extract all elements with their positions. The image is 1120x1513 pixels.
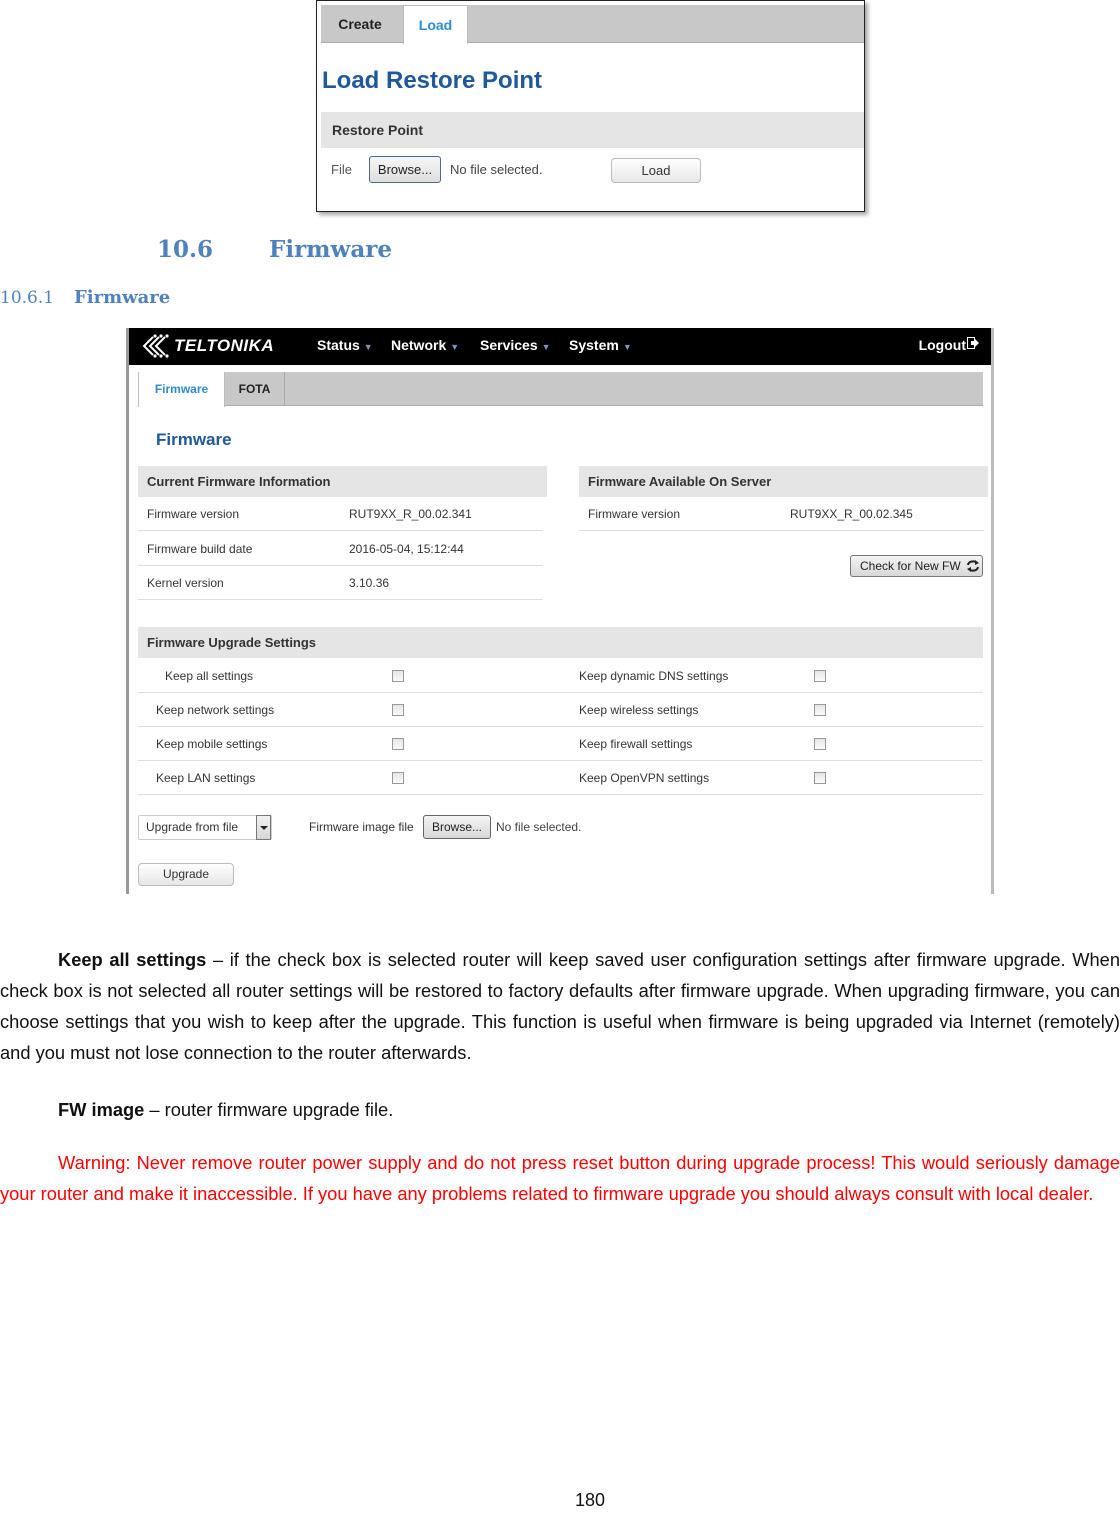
keep-wireless-settings-checkbox[interactable] [814,704,826,716]
nav-menu-label: Network [391,337,447,353]
info-row: Firmware version RUT9XX_R_00.02.341 [138,497,543,531]
keep-lan-settings-checkbox[interactable] [392,772,404,784]
info-label: Kernel version [147,576,224,590]
restore-section-header: Restore Point [321,112,864,148]
nav-menu-status[interactable]: Status ▼ [317,328,373,365]
current-firmware-header: Current Firmware Information [138,466,547,497]
keep-all-settings-paragraph: Keep all settings – if the check box is … [0,944,1120,1068]
tab-load[interactable]: Load [403,5,468,44]
server-info-value: RUT9XX_R_00.02.345 [790,507,913,521]
dropdown-arrow-icon[interactable] [256,815,271,840]
nav-menu-system[interactable]: System ▼ [569,328,632,365]
nav-menu-label: Status [317,337,360,353]
section-title: Firmware [269,236,392,263]
setting-label: Keep dynamic DNS settings [579,669,729,683]
tab-firmware[interactable]: Firmware [138,372,225,407]
caret-down-icon: ▼ [363,342,373,352]
firmware-browse-button[interactable]: Browse... [423,815,491,839]
setting-label: Keep OpenVPN settings [579,771,710,785]
upgrade-source-value: Upgrade from file [146,820,239,834]
server-firmware-header: Firmware Available On Server [579,466,988,497]
nav-menu-label: System [569,337,619,353]
top-navbar: TELTONIKA Status ▼ Network ▼ Services ▼ Sys… [129,328,991,365]
subsection-heading: 10.6.1 Firmware [0,287,170,308]
caret-down-icon: ▼ [450,342,460,352]
settings-row: Keep all settings Keep dynamic DNS setti… [138,659,983,693]
check-new-fw-button[interactable]: Check for New FW [850,555,983,577]
firmware-image-label: Firmware image file [309,820,414,834]
restore-file-status: No file selected. [450,162,543,177]
server-info-label: Firmware version [588,507,681,521]
setting-label: Keep all settings [165,669,254,683]
load-button[interactable]: Load [611,158,701,183]
setting-label: Keep mobile settings [156,737,268,751]
page-title: Firmware [156,430,232,449]
keep-ddns-settings-checkbox[interactable] [814,670,826,682]
warning-paragraph: Warning: Never remove router power suppl… [0,1152,1120,1204]
refresh-icon [966,560,979,572]
nav-menu-network[interactable]: Network ▼ [391,328,459,365]
info-label: Firmware version [147,507,240,521]
tab-fota[interactable]: FOTA [225,372,285,406]
settings-row: Keep LAN settings Keep OpenVPN settings [138,761,983,795]
keep-firewall-settings-checkbox[interactable] [814,738,826,750]
info-label: Firmware build date [147,542,253,556]
logout-icon [967,337,979,349]
info-value: 2016-05-04, 15:12:44 [349,542,464,556]
term-keep-all-settings: Keep all settings [58,949,207,970]
nav-menu-services[interactable]: Services ▼ [480,328,551,365]
subsection-title: Firmware [74,287,171,308]
logout-link[interactable]: Logout [919,328,979,362]
fw-image-paragraph: FW image – router firmware upgrade file. [0,1094,1120,1125]
setting-label: Keep network settings [156,703,275,717]
restore-tab-bar: Create Load [321,5,864,44]
restore-point-screenshot: Create Load Load Restore Point Restore P… [316,0,865,212]
keep-openvpn-settings-checkbox[interactable] [814,772,826,784]
info-row: Firmware build date 2016-05-04, 15:12:44 [138,532,543,566]
keep-all-settings-checkbox[interactable] [392,670,404,682]
keep-network-settings-checkbox[interactable] [392,704,404,716]
firmware-file-status: No file selected. [496,820,582,834]
caret-down-icon: ▼ [541,342,551,352]
setting-label: Keep LAN settings [156,771,256,785]
term-fw-image: FW image [58,1099,145,1120]
file-label: File [331,162,352,177]
info-value: 3.10.36 [349,576,390,590]
nav-menu-label: Services [480,337,538,353]
section-number: 10.6 [157,236,214,263]
page-number: 180 [574,1490,606,1510]
restore-browse-button[interactable]: Browse... [369,156,441,183]
logout-label: Logout [918,337,966,353]
subsection-number: 10.6.1 [0,288,55,308]
keep-mobile-settings-checkbox[interactable] [392,738,404,750]
fw-image-description: – router firmware upgrade file. [144,1099,394,1120]
firmware-screenshot: TELTONIKA Status ▼ Network ▼ Services ▼ Sys… [126,328,994,894]
teltonika-logo-icon [142,334,169,358]
setting-label: Keep firewall settings [579,737,693,751]
settings-row: Keep network settings Keep wireless sett… [138,693,983,727]
info-row: Kernel version 3.10.36 [138,566,543,600]
firmware-tab-bar: Firmware FOTA [138,372,983,407]
server-info-row: Firmware version RUT9XX_R_00.02.345 [579,497,984,531]
teltonika-logo[interactable]: TELTONIKA [139,334,274,358]
upgrade-source-select[interactable]: Upgrade from file [138,815,272,840]
settings-row: Keep mobile settings Keep firewall setti… [138,727,983,761]
brand-name: TELTONIKA [174,336,275,355]
check-new-fw-label: Check for New FW [860,559,961,573]
upgrade-settings-header: Firmware Upgrade Settings [138,627,983,658]
section-heading: 10.6 Firmware [157,236,392,263]
upgrade-button[interactable]: Upgrade [138,863,234,886]
tab-create[interactable]: Create [321,5,399,43]
setting-label: Keep wireless settings [579,703,699,717]
caret-down-icon: ▼ [622,342,632,352]
info-value: RUT9XX_R_00.02.341 [349,507,472,521]
restore-page-title: Load Restore Point [322,67,543,94]
